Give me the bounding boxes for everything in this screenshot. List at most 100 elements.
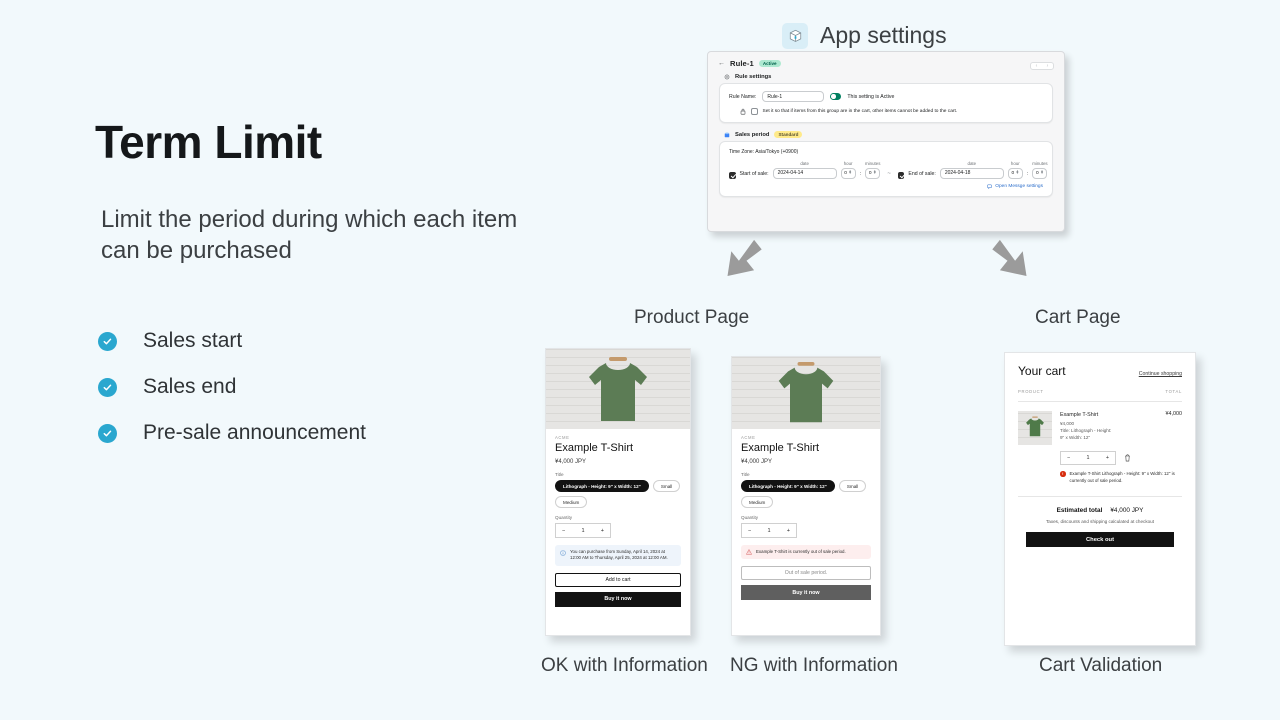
end-hour-input[interactable]: 0 ▲ ▼ [1007, 167, 1023, 179]
cart-item-name: Example T-Shirt [1060, 412, 1099, 418]
end-hour-value: 0 [1011, 170, 1015, 176]
cart-quantity-decrement-button[interactable]: − [1067, 455, 1070, 461]
minutes-column-caption: minutes [865, 161, 881, 166]
stepper-arrows-icon[interactable]: ▲ ▼ [848, 169, 852, 175]
cart-quantity-stepper[interactable]: − 1 + [1060, 451, 1116, 465]
start-hour-input[interactable]: 0 ▲ ▼ [840, 167, 856, 179]
variant-options: Lithograph - Height: 9" x Width: 12" Sma… [741, 480, 871, 508]
stepper-arrows-icon[interactable]: ▲ ▼ [873, 169, 877, 175]
timezone-label: Time Zone: Asia/Tokyo (+0900) [729, 149, 799, 155]
check-circle-icon [98, 377, 117, 397]
product-page-ng-card: ACME Example T-Shirt ¥4,000 JPY Title Li… [731, 356, 881, 636]
cart-quantity-increment-button[interactable]: + [1106, 455, 1109, 461]
cart-col-product: PRODUCT [1018, 389, 1044, 394]
rule-name-input[interactable]: Rule-1 [762, 91, 825, 102]
product-page-ok-card: ACME Example T-Shirt ¥4,000 JPY Title Li… [545, 348, 691, 636]
caption-ok-with-information: OK with Information [541, 655, 708, 676]
active-toggle-label: This setting is Active [847, 93, 895, 100]
caption-cart-page: Cart Page [1035, 307, 1121, 328]
rule-settings-card: Rule Name: Rule-1 This setting is Active… [719, 83, 1053, 123]
sales-period-fields: Start of sale: date 2024-04-14 hour 0 ▲ ▼… [729, 161, 1048, 179]
tax-note: Taxes, discounts and shipping calculated… [1045, 519, 1155, 525]
quantity-stepper[interactable]: − 1 + [741, 523, 797, 538]
start-of-sale-checkbox[interactable] [729, 172, 736, 179]
variant-option-small[interactable]: Small [838, 480, 867, 492]
continue-shopping-link[interactable]: Continue shopping [1139, 371, 1182, 377]
cart-item-details: Example T-Shirt ¥4,000 Title: Lithograph… [1060, 411, 1158, 445]
end-date-input[interactable]: 2024-04-18 [939, 167, 1004, 179]
slide-canvas: Term Limit Limit the period during which… [0, 0, 1280, 720]
warning-icon [746, 549, 752, 555]
message-icon [987, 184, 993, 189]
stepper-arrows-icon[interactable]: ▲ ▼ [1016, 169, 1020, 175]
pager-next[interactable]: › [1042, 63, 1053, 69]
list-item-label: Sales start [143, 329, 243, 352]
exclusive-group-row: Set it so that if items from this group … [729, 108, 1043, 115]
end-of-sale-checkbox[interactable] [897, 172, 905, 179]
start-minutes-field: minutes 0 ▲ ▼ [865, 161, 880, 179]
quantity-label: Quantity [741, 515, 759, 520]
hour-column-caption: hour [1010, 161, 1020, 166]
variant-option-medium[interactable]: Medium [555, 496, 588, 508]
end-minutes-input[interactable]: 0 ▲ ▼ [1032, 167, 1048, 179]
buy-it-now-button[interactable]: Buy it now [555, 591, 681, 607]
cart-title: Your cart [1018, 364, 1066, 378]
estimated-total-label: Estimated total [1056, 507, 1103, 515]
info-icon [560, 550, 566, 556]
open-message-settings-link[interactable]: Open Messge settings [729, 184, 1043, 189]
product-details: ACME Example T-Shirt ¥4,000 JPY Title Li… [732, 429, 880, 601]
out-of-sale-period-button: Out of sale period. [741, 566, 871, 581]
arrow-to-cart-page [992, 239, 1027, 276]
variant-option-lithograph[interactable]: Lithograph - Height: 9" x Width: 12" [741, 480, 835, 492]
quantity-decrement-button[interactable]: − [562, 528, 565, 534]
calendar-icon [724, 132, 730, 137]
date-column-caption: date [967, 161, 977, 166]
box-icon [782, 22, 808, 49]
cart-error-message: ! Example T-Shirt Lithograph - Height: 9… [1018, 471, 1182, 484]
pager[interactable]: ‹ › [1030, 62, 1054, 70]
active-toggle[interactable] [830, 93, 842, 100]
checkout-button[interactable]: Check out [1026, 532, 1174, 548]
sale-period-info-text: You can purchase from Sunday, April 14, … [570, 549, 668, 561]
error-icon: ! [1060, 471, 1066, 477]
end-of-sale-label: End of sale: [908, 170, 936, 177]
cart-divider [1018, 496, 1182, 498]
estimated-total-row: Estimated total ¥4,000 JPY [1018, 507, 1182, 514]
quantity-value: 1 [767, 527, 771, 534]
start-of-sale-label: Start of sale: [739, 170, 769, 177]
tshirt-illustration [589, 357, 647, 421]
date-column-caption: date [800, 161, 809, 166]
rule-name-row: Rule Name: Rule-1 This setting is Active [729, 91, 1043, 102]
start-date-input[interactable]: 2024-04-14 [772, 167, 837, 179]
product-vendor: ACME [741, 435, 756, 440]
quantity-stepper[interactable]: − 1 + [555, 523, 611, 538]
sales-period-badge: Standard [774, 131, 803, 138]
minutes-column-caption: minutes [1032, 161, 1048, 166]
cart-quantity-row: − 1 + [1018, 451, 1182, 465]
cart-item-line-total: ¥4,000 [1165, 411, 1183, 417]
list-item: Pre-sale announcement [98, 410, 518, 456]
status-badge: Active [758, 60, 781, 67]
rule-title: Rule-1 [730, 59, 754, 68]
trash-icon[interactable] [1124, 454, 1131, 462]
check-circle-icon [98, 331, 117, 351]
variant-option-small[interactable]: Small [652, 480, 681, 492]
quantity-decrement-button[interactable]: − [748, 528, 751, 534]
pager-prev[interactable]: ‹ [1031, 63, 1042, 69]
product-vendor: ACME [555, 435, 570, 440]
exclusive-group-checkbox[interactable] [751, 108, 758, 115]
sales-period-card: Time Zone: Asia/Tokyo (+0900) Start of s… [719, 141, 1053, 197]
variant-option-lithograph[interactable]: Lithograph - Height: 9" x Width: 12" [555, 480, 649, 492]
quantity-increment-button[interactable]: + [787, 528, 790, 534]
add-to-cart-button[interactable]: Add to cart [555, 572, 681, 587]
tshirt-illustration [1026, 416, 1044, 437]
quantity-increment-button[interactable]: + [601, 528, 604, 534]
time-separator: : [1026, 170, 1029, 177]
product-title: Example T-Shirt [741, 442, 820, 454]
start-minutes-input[interactable]: 0 ▲ ▼ [865, 167, 881, 179]
stepper-arrows-icon[interactable]: ▲ ▼ [1040, 169, 1044, 175]
rule-settings-heading: Rule settings [708, 72, 1064, 83]
variant-option-medium[interactable]: Medium [741, 496, 774, 508]
arrow-left-icon[interactable]: ← [718, 60, 725, 67]
cart-col-total: TOTAL [1165, 389, 1182, 394]
